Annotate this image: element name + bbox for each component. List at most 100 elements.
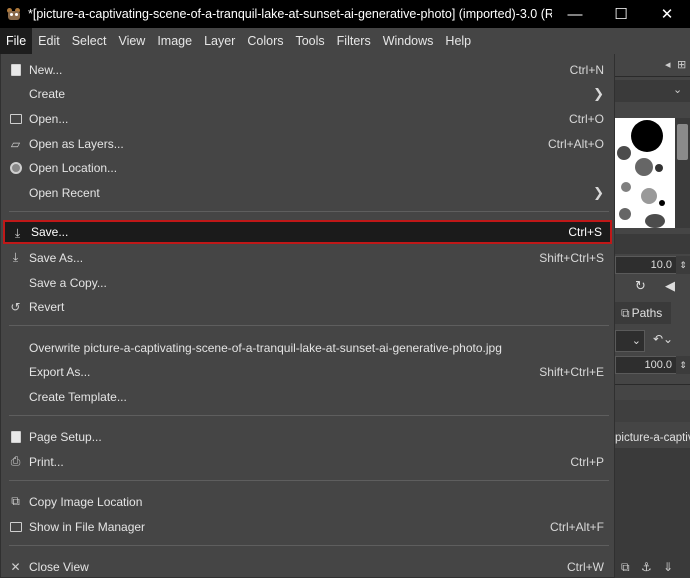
new-file-icon <box>8 62 23 77</box>
menu-view[interactable]: View <box>112 28 151 54</box>
layer-lock-row <box>615 400 690 422</box>
brush-menu-icon[interactable]: ◀ <box>665 278 675 294</box>
printer-icon: ⎙ <box>10 454 21 468</box>
globe-icon <box>8 160 23 175</box>
layer-item-name[interactable]: picture-a-captiva <box>615 428 690 448</box>
menu-bar: File Edit Select View Image Layer Colors… <box>0 28 690 54</box>
menu-item-create[interactable]: Create ❯ <box>1 82 614 106</box>
menu-file[interactable]: File <box>0 28 33 54</box>
menu-item-label: Open Location... <box>29 161 118 175</box>
page-setup-icon <box>8 429 23 444</box>
menu-help[interactable]: Help <box>439 28 477 54</box>
menu-item-save[interactable]: ⤓ Save... Ctrl+S <box>3 220 612 244</box>
save-as-icon: ⤓ <box>12 250 19 264</box>
duplicate-layer-icon[interactable]: ⧉ <box>621 560 630 575</box>
menu-item-save-as[interactable]: ⤓ Save As... Shift+Ctrl+S <box>1 246 614 270</box>
menu-item-open-location[interactable]: Open Location... <box>1 156 614 180</box>
menu-item-label: Overwrite picture-a-captivating-scene-of… <box>29 341 502 355</box>
menu-item-label: Open Recent <box>29 186 100 200</box>
menu-item-copy-image-location[interactable]: ⧉ Copy Image Location <box>1 490 614 514</box>
menu-edit[interactable]: Edit <box>32 28 66 54</box>
file-menu-dropdown: New... Ctrl+N Create ❯ Open... Ctrl+O ▱ … <box>0 54 615 578</box>
window-title: *[picture-a-captivating-scene-of-a-tranq… <box>28 7 552 21</box>
maximize-button[interactable]: ☐ <box>598 0 644 28</box>
pin-icon[interactable]: ◂ <box>665 58 671 71</box>
menu-separator <box>9 211 609 212</box>
save-icon: ⤓ <box>14 226 21 240</box>
brush-preview-grid[interactable] <box>615 118 675 228</box>
menu-select[interactable]: Select <box>66 28 113 54</box>
brush-size-field[interactable]: 10.0 <box>615 256 677 274</box>
menu-filters[interactable]: Filters <box>331 28 377 54</box>
brush-filter-dropdown[interactable]: ⌄ <box>615 80 690 102</box>
opacity-spin[interactable]: ⇕ <box>676 356 690 374</box>
title-bar: *[picture-a-captivating-scene-of-a-tranq… <box>0 0 690 28</box>
file-manager-icon <box>8 519 23 534</box>
shortcut: Shift+Ctrl+S <box>539 251 604 265</box>
menu-separator <box>9 545 609 546</box>
menu-item-label: Show in File Manager <box>29 520 146 534</box>
submenu-arrow-icon: ❯ <box>593 185 604 200</box>
menu-item-save-copy[interactable]: Save a Copy... <box>1 271 614 295</box>
menu-item-label: Save a Copy... <box>29 276 107 290</box>
panel-menu-icon[interactable]: ⊞ <box>677 58 686 71</box>
menu-item-open-recent[interactable]: Open Recent ❯ <box>1 181 614 205</box>
menu-tools[interactable]: Tools <box>289 28 330 54</box>
close-view-icon: ✕ <box>10 559 21 574</box>
gimp-app-icon <box>6 6 22 22</box>
paths-icon: ⧉ <box>621 306 630 320</box>
side-panels: ◂ ⊞ ⌄ 10.0 ⇕ ↻ ◀ ⧉ Paths ⌄ ↶⌄ 100.0 ⇕ pic… <box>615 54 690 578</box>
menu-item-open[interactable]: Open... Ctrl+O <box>1 107 614 131</box>
shortcut: Ctrl+Alt+F <box>549 520 604 534</box>
shortcut: Ctrl+W <box>567 560 604 574</box>
menu-item-label: Create Template... <box>29 390 127 404</box>
refresh-icon[interactable]: ↻ <box>635 278 646 294</box>
shortcut: Ctrl+Alt+O <box>547 137 604 151</box>
menu-item-export-as[interactable]: Export As... Shift+Ctrl+E <box>1 360 614 384</box>
revert-icon: ↺ <box>10 299 21 314</box>
copy-icon: ⧉ <box>11 494 20 508</box>
opacity-field[interactable]: 100.0 <box>615 356 677 374</box>
menu-item-create-template[interactable]: Create Template... <box>1 385 614 409</box>
anchor-layer-icon[interactable]: ⚓ <box>641 560 652 574</box>
brush-tag-dropdown[interactable] <box>615 234 690 254</box>
merge-down-icon[interactable]: ⇓ <box>663 560 673 574</box>
menu-item-label: Revert <box>29 300 65 314</box>
menu-colors[interactable]: Colors <box>241 28 289 54</box>
menu-separator <box>9 415 609 416</box>
brush-size-spin[interactable]: ⇕ <box>676 256 690 274</box>
menu-item-open-as-layers[interactable]: ▱ Open as Layers... Ctrl+Alt+O <box>1 132 614 156</box>
menu-item-overwrite[interactable]: Overwrite picture-a-captivating-scene-of… <box>1 336 614 360</box>
minimize-button[interactable]: — <box>552 0 598 28</box>
paths-tab-label: Paths <box>631 306 663 320</box>
menu-item-revert[interactable]: ↺ Revert <box>1 295 614 319</box>
menu-item-label: Open... <box>29 112 69 126</box>
shortcut: Ctrl+S <box>568 225 602 239</box>
menu-item-label: Close View <box>29 560 89 574</box>
mode-reset-icon[interactable]: ↶⌄ <box>653 332 673 346</box>
tab-paths[interactable]: ⧉ Paths <box>615 302 671 324</box>
menu-item-close-view[interactable]: ✕ Close View Ctrl+W <box>1 555 614 578</box>
chevron-down-icon: ⌄ <box>673 84 683 96</box>
menu-windows[interactable]: Windows <box>377 28 440 54</box>
menu-separator <box>9 325 609 326</box>
menu-item-page-setup[interactable]: Page Setup... <box>1 425 614 449</box>
shortcut: Ctrl+N <box>569 63 604 77</box>
menu-item-label: Copy Image Location <box>29 495 143 509</box>
brush-scrollbar-thumb[interactable] <box>677 124 688 160</box>
menu-item-label: New... <box>29 63 63 77</box>
shortcut: Ctrl+O <box>568 112 604 126</box>
menu-item-show-in-file-manager[interactable]: Show in File Manager Ctrl+Alt+F <box>1 515 614 539</box>
menu-image[interactable]: Image <box>151 28 198 54</box>
shortcut: Shift+Ctrl+E <box>539 365 604 379</box>
menu-item-new[interactable]: New... Ctrl+N <box>1 58 614 82</box>
close-button[interactable]: ✕ <box>644 0 690 28</box>
menu-item-label: Export As... <box>29 365 91 379</box>
menu-item-print[interactable]: ⎙ Print... Ctrl+P <box>1 450 614 474</box>
layer-mode-dropdown[interactable]: ⌄ <box>615 330 645 352</box>
submenu-arrow-icon: ❯ <box>593 86 604 101</box>
menu-item-label: Open as Layers... <box>29 137 124 151</box>
menu-item-label: Save As... <box>29 251 84 265</box>
shortcut: Ctrl+P <box>570 455 604 469</box>
menu-layer[interactable]: Layer <box>198 28 241 54</box>
